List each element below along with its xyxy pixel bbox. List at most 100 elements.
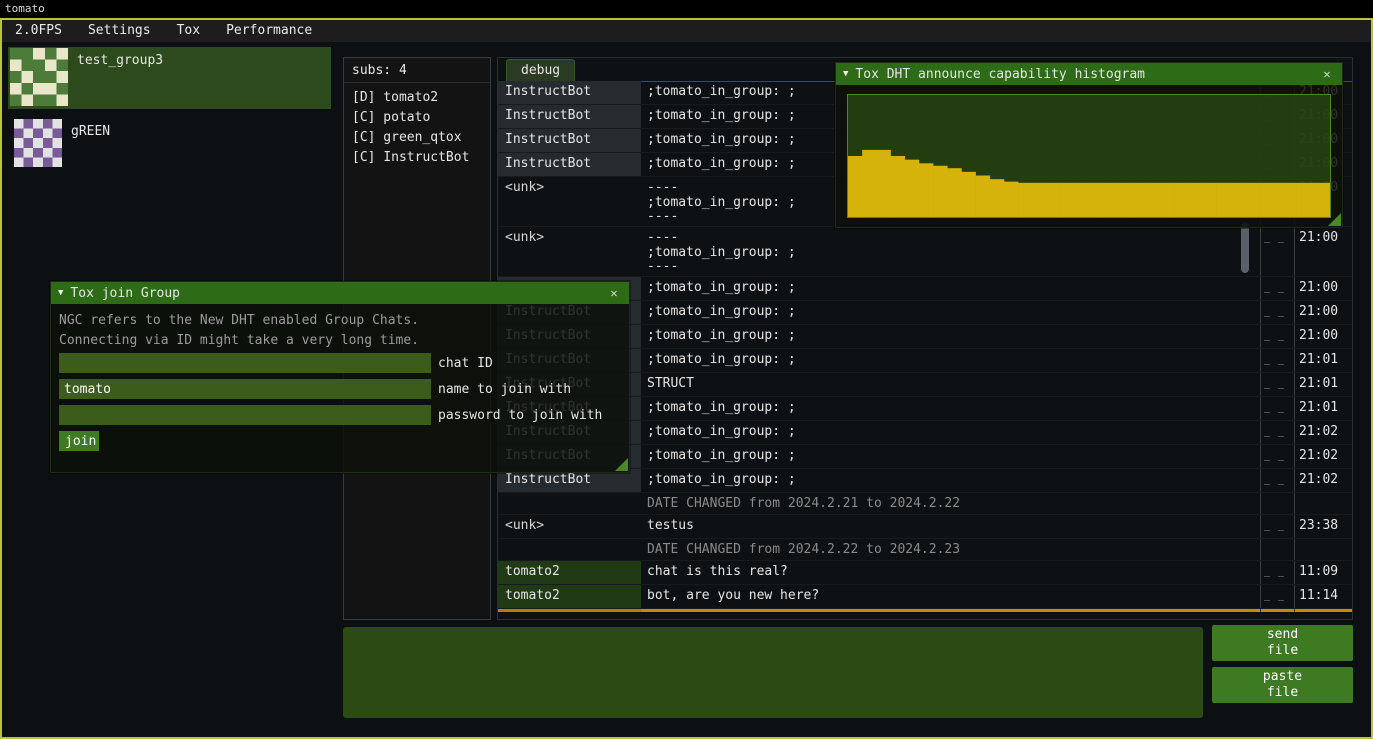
- group-item-green[interactable]: gREEN: [8, 118, 331, 180]
- chat-message-row: tomato2bot, are you new here?_ _11:14: [498, 585, 1352, 609]
- group-name: test_group3: [77, 48, 163, 68]
- histogram-plot-svg: [848, 95, 1330, 217]
- group-avatar: [10, 48, 68, 106]
- roster-member-instructbot[interactable]: [C] InstructBot: [344, 148, 490, 168]
- message-author: InstructBot: [498, 153, 641, 176]
- roster-member-tomato2[interactable]: [D] tomato2: [344, 88, 490, 108]
- menu-item-settings[interactable]: Settings: [75, 20, 164, 42]
- message-author: tomato2: [498, 561, 641, 584]
- message-status: _ _: [1260, 277, 1294, 300]
- message-time: 21:02: [1294, 469, 1352, 492]
- join-name-label: name to join with: [438, 382, 571, 397]
- roster-member-green-qtox[interactable]: [C] green_qtox: [344, 128, 490, 148]
- message-text: chat is this real?: [641, 561, 1260, 584]
- menu-item-performance[interactable]: Performance: [213, 20, 325, 42]
- menu-bar: 2.0FPSSettingsToxPerformance: [2, 20, 1371, 42]
- tab-debug[interactable]: debug: [506, 59, 575, 81]
- message-text: testus: [641, 515, 1260, 538]
- join-group-titlebar[interactable]: ▼ Tox join Group ✕: [51, 282, 629, 304]
- resize-grip-icon[interactable]: [615, 458, 628, 471]
- join-password-input[interactable]: [59, 405, 431, 425]
- chat-scrollbar[interactable]: [1241, 223, 1249, 273]
- message-text: STRUCT: [641, 373, 1260, 396]
- message-status: _ _: [1260, 421, 1294, 444]
- group-name: gREEN: [71, 119, 110, 139]
- message-time: 21:01: [1294, 397, 1352, 420]
- roster-header: subs: 4: [344, 58, 490, 83]
- menu-item-tox[interactable]: Tox: [164, 20, 213, 42]
- message-text: No, I've been in this group for quite so…: [641, 609, 1260, 612]
- message-time: [1294, 539, 1352, 560]
- paste-file-button[interactable]: paste file: [1212, 667, 1353, 703]
- message-author: InstructBot: [498, 609, 641, 612]
- message-input[interactable]: [343, 627, 1203, 718]
- roster-member-potato[interactable]: [C] potato: [344, 108, 490, 128]
- collapse-icon[interactable]: ▼: [843, 69, 848, 79]
- message-time: 21:00: [1294, 301, 1352, 324]
- message-status: _ _: [1260, 301, 1294, 324]
- menu-item-2-0fps: 2.0FPS: [2, 20, 75, 42]
- message-status: _ _: [1260, 561, 1294, 584]
- dht-histogram-window: ▼ Tox DHT announce capability histogram …: [835, 62, 1343, 228]
- message-status: _ _: [1260, 373, 1294, 396]
- message-text: ;tomato_in_group: ;: [641, 469, 1260, 492]
- message-text: ;tomato_in_group: ;: [641, 445, 1260, 468]
- send-file-button[interactable]: send file: [1212, 625, 1353, 661]
- group-item-test-group3[interactable]: test_group3: [8, 47, 331, 109]
- message-text: ;tomato_in_group: ;: [641, 301, 1260, 324]
- message-status: [1260, 539, 1294, 560]
- message-time: 23:38: [1294, 515, 1352, 538]
- chat-message-row: tomato2chat is this real?_ _11:09: [498, 561, 1352, 585]
- chat-message-row: <unk>testus_ _23:38: [498, 515, 1352, 539]
- message-author: InstructBot: [498, 129, 641, 152]
- message-text: DATE CHANGED from 2024.2.22 to 2024.2.23: [641, 539, 1260, 560]
- group-avatar: [14, 119, 62, 167]
- message-author: [498, 539, 641, 560]
- join-group-title: Tox join Group: [70, 286, 599, 301]
- message-time: 21:02: [1294, 445, 1352, 468]
- message-status: d: [1260, 609, 1294, 612]
- date-separator: DATE CHANGED from 2024.2.22 to 2024.2.23: [498, 539, 1352, 561]
- message-time: [1294, 493, 1352, 514]
- message-status: _ _: [1260, 445, 1294, 468]
- message-author: tomato2: [498, 585, 641, 608]
- message-time: 21:00: [1294, 227, 1352, 276]
- join-group-window: ▼ Tox join Group ✕ NGC refers to the New…: [50, 281, 630, 473]
- window-title: tomato: [5, 2, 45, 15]
- message-text: ;tomato_in_group: ;: [641, 397, 1260, 420]
- resize-grip-icon[interactable]: [1328, 213, 1341, 226]
- chat-id-input[interactable]: [59, 353, 431, 373]
- histogram-plot: [847, 94, 1331, 218]
- message-time: 21:00: [1294, 277, 1352, 300]
- collapse-icon[interactable]: ▼: [58, 288, 63, 298]
- message-text: ;tomato_in_group: ;: [641, 325, 1260, 348]
- message-text: ;tomato_in_group: ;: [641, 277, 1260, 300]
- chat-id-label: chat ID: [438, 356, 493, 371]
- date-separator: DATE CHANGED from 2024.2.21 to 2024.2.22: [498, 493, 1352, 515]
- message-time: 21:01: [1294, 373, 1352, 396]
- join-button[interactable]: join: [59, 431, 99, 451]
- message-text: ---- ;tomato_in_group: ; ----: [641, 227, 1260, 276]
- message-time: 11:14: [1294, 585, 1352, 608]
- dht-histogram-title: Tox DHT announce capability histogram: [855, 67, 1312, 82]
- join-name-input[interactable]: [59, 379, 431, 399]
- message-time: 11:15: [1294, 609, 1352, 612]
- message-status: [1260, 493, 1294, 514]
- message-status: _ _: [1260, 349, 1294, 372]
- join-info-line-1: NGC refers to the New DHT enabled Group …: [59, 313, 419, 328]
- message-time: 21:00: [1294, 325, 1352, 348]
- close-icon[interactable]: ✕: [1319, 67, 1335, 81]
- message-author: <unk>: [498, 515, 641, 538]
- roster-list: [D] tomato2[C] potato[C] green_qtox[C] I…: [344, 83, 490, 168]
- window-titlebar: tomato: [0, 0, 1373, 18]
- message-time: 21:01: [1294, 349, 1352, 372]
- message-author: <unk>: [498, 227, 641, 276]
- message-status: _ _: [1260, 515, 1294, 538]
- join-info-line-2: Connecting via ID might take a very long…: [59, 333, 419, 348]
- message-time: 11:09: [1294, 561, 1352, 584]
- message-text: bot, are you new here?: [641, 585, 1260, 608]
- dht-histogram-titlebar[interactable]: ▼ Tox DHT announce capability histogram …: [836, 63, 1342, 85]
- close-icon[interactable]: ✕: [606, 286, 622, 300]
- message-author: InstructBot: [498, 81, 641, 104]
- group-list: test_group3 gREEN: [8, 47, 331, 189]
